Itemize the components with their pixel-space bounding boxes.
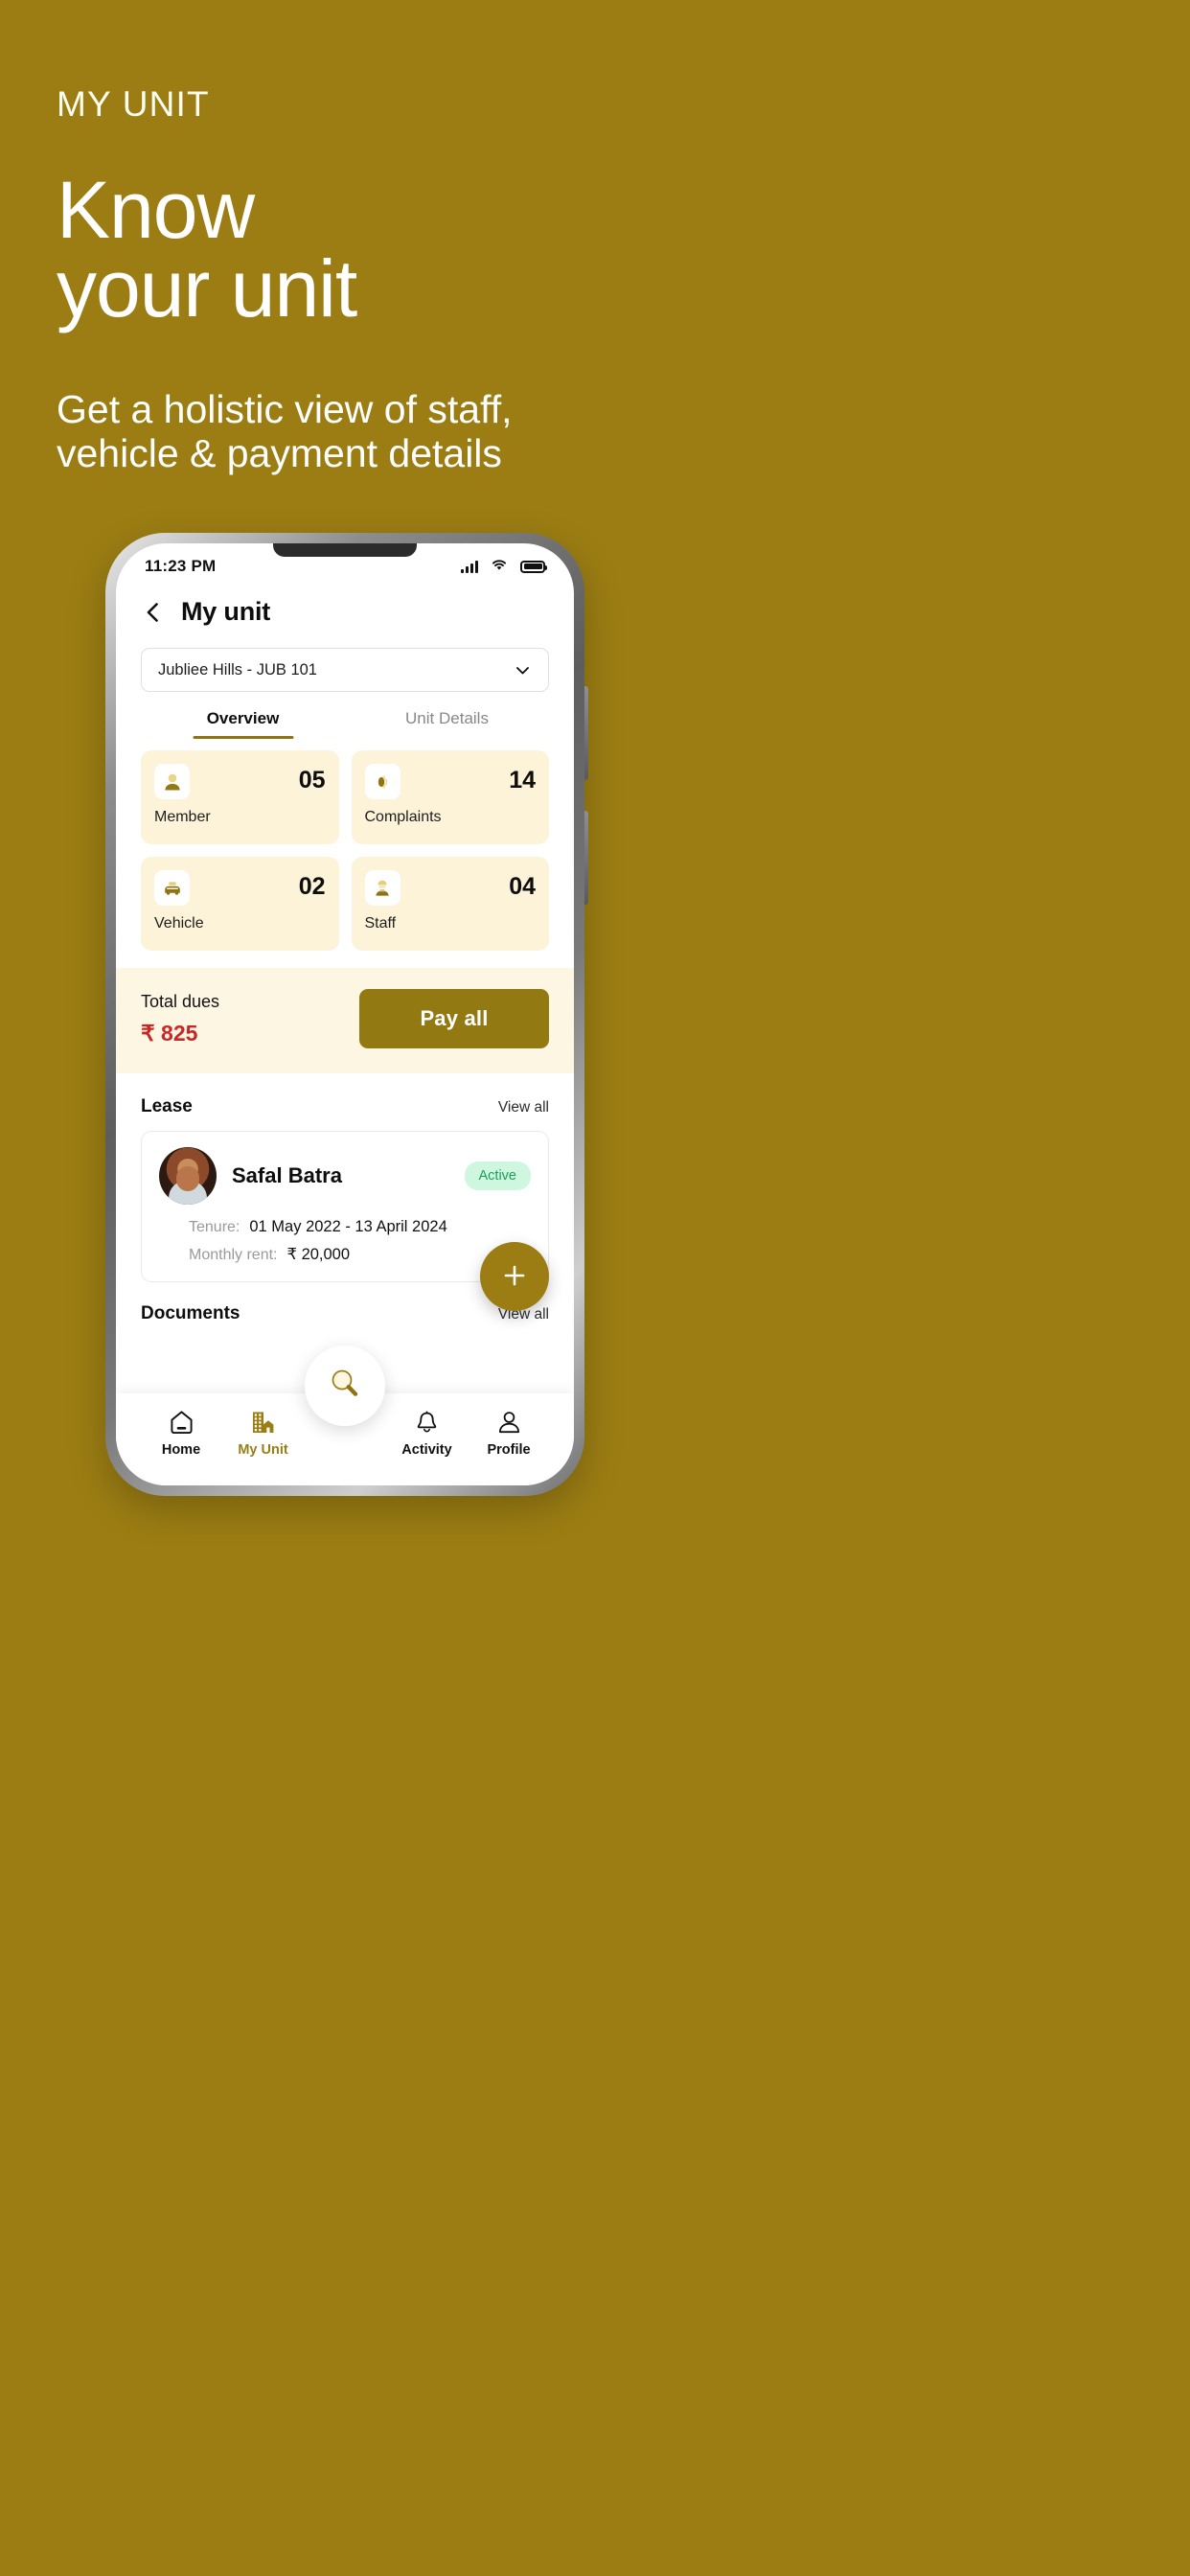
lease-tenure-value: 01 May 2022 - 13 April 2024 (249, 1218, 447, 1235)
promo-title-line-2: your unit (57, 243, 357, 334)
stat-card-member[interactable]: 05 Member (141, 750, 339, 844)
promo-title-line-1: Know (57, 165, 255, 255)
tab-unit-details[interactable]: Unit Details (345, 709, 549, 739)
stat-card-vehicle[interactable]: 02 Vehicle (141, 857, 339, 951)
stat-card-staff[interactable]: 04 Staff (351, 857, 549, 951)
nav-item-activity[interactable]: Activity (387, 1407, 468, 1458)
search-fab-button[interactable] (305, 1346, 385, 1426)
phone-notch (273, 543, 417, 557)
stat-card-grid: 05 Member 14 Complaints 02 Vehicle 04 St… (116, 739, 574, 951)
avatar (159, 1147, 217, 1205)
unit-select-value: Jubliee Hills - JUB 101 (158, 660, 317, 678)
tab-bar: Overview Unit Details (141, 709, 549, 739)
promo-section: MY UNIT Know your unit Get a holistic vi… (57, 0, 919, 475)
lease-view-all-link[interactable]: View all (498, 1099, 549, 1116)
search-icon (326, 1365, 364, 1408)
promo-subtitle: Get a holistic view of staff, vehicle & … (57, 387, 919, 475)
person-icon (154, 764, 190, 799)
tab-overview[interactable]: Overview (141, 709, 345, 739)
stat-value: 14 (509, 767, 536, 794)
dues-text-block: Total dues ₹ 825 (141, 992, 219, 1046)
nav-label: Home (161, 1442, 201, 1458)
status-badge: Active (464, 1162, 531, 1190)
car-icon (154, 870, 190, 906)
nav-label: My Unit (238, 1442, 288, 1458)
plus-icon (499, 1260, 530, 1294)
stat-label: Member (154, 809, 211, 825)
unit-select[interactable]: Jubliee Hills - JUB 101 (141, 648, 549, 692)
phone-screen: 11:23 PM My unit Jubliee Hills - JUB 101… (116, 543, 574, 1485)
lease-section-header: Lease View all (116, 1073, 574, 1117)
documents-section-title: Documents (141, 1303, 240, 1323)
phone-mockup: 11:23 PM My unit Jubliee Hills - JUB 101… (105, 533, 588, 1496)
stat-label: Complaints (364, 809, 442, 825)
phone-side-button-upper (584, 686, 588, 780)
stat-value: 05 (298, 767, 326, 794)
nav-label: Activity (401, 1442, 452, 1458)
lease-rent-label: Monthly rent: (189, 1247, 278, 1263)
bell-icon (387, 1407, 468, 1438)
building-icon (223, 1407, 304, 1438)
tab-unit-details-label: Unit Details (405, 709, 489, 727)
promo-subtitle-line-1: Get a holistic view of staff, (57, 387, 513, 431)
stat-card-complaints[interactable]: 14 Complaints (351, 750, 549, 844)
nav-item-home[interactable]: Home (141, 1407, 221, 1458)
lease-tenure-row: Tenure: 01 May 2022 - 13 April 2024 (159, 1218, 531, 1236)
signal-bars-icon (461, 560, 478, 573)
lease-rent-value: ₹ 20,000 (286, 1246, 351, 1263)
stat-label: Staff (364, 915, 397, 932)
nav-item-my-unit[interactable]: My Unit (223, 1407, 304, 1458)
stat-value: 02 (298, 873, 326, 900)
chevron-down-icon (514, 661, 532, 679)
add-fab-button[interactable] (480, 1242, 549, 1311)
phone-side-button-lower (584, 811, 588, 905)
status-time: 11:23 PM (145, 557, 217, 575)
battery-full-icon (520, 560, 547, 573)
tab-overview-label: Overview (206, 709, 280, 727)
stat-label: Vehicle (154, 915, 204, 932)
stat-value: 04 (509, 873, 536, 900)
chevron-left-icon[interactable] (141, 600, 166, 625)
nav-item-profile[interactable]: Profile (469, 1407, 549, 1458)
worker-icon (364, 870, 400, 906)
promo-title: Know your unit (57, 165, 919, 334)
page-title: My unit (181, 597, 271, 626)
megaphone-icon (364, 764, 400, 799)
lease-card-top: Safal Batra Active (159, 1147, 531, 1205)
lease-section-title: Lease (141, 1096, 193, 1116)
home-icon (141, 1407, 221, 1438)
status-icons (461, 558, 547, 576)
lease-person-name: Safal Batra (232, 1163, 342, 1187)
promo-eyebrow: MY UNIT (57, 84, 210, 124)
nav-label: Profile (487, 1442, 531, 1458)
dues-amount: ₹ 825 (141, 1020, 198, 1046)
promo-subtitle-line-2: vehicle & payment details (57, 431, 502, 475)
wifi-icon (491, 558, 508, 576)
pay-all-button[interactable]: Pay all (359, 989, 549, 1048)
lease-rent-row: Monthly rent: ₹ 20,000 (159, 1245, 531, 1264)
lease-tenure-label: Tenure: (189, 1219, 240, 1235)
dues-title: Total dues (141, 991, 220, 1011)
person-icon (469, 1407, 549, 1438)
app-header: My unit (116, 584, 574, 632)
total-dues-panel: Total dues ₹ 825 Pay all (116, 968, 574, 1073)
